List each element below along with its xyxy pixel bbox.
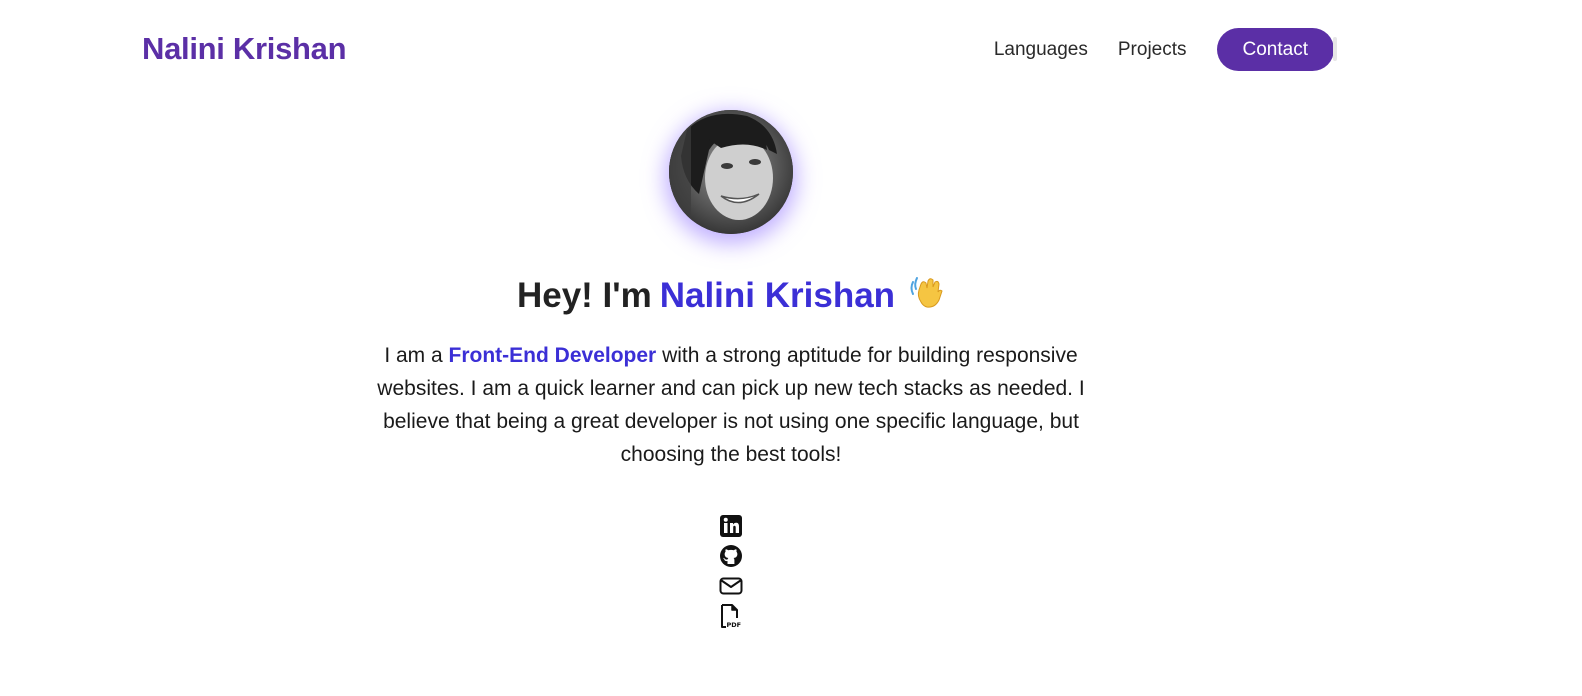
site-header: Nalini Krishan Languages Projects Contac… xyxy=(0,0,1582,100)
hero-bio: I am a Front-End Developer with a strong… xyxy=(366,339,1096,471)
theme-toggle[interactable] xyxy=(1333,37,1337,61)
avatar xyxy=(669,110,793,234)
linkedin-icon[interactable] xyxy=(718,513,744,539)
waving-hand-icon xyxy=(907,272,945,319)
pdf-file-icon[interactable]: PDF xyxy=(718,603,744,629)
contact-button[interactable]: Contact xyxy=(1216,28,1334,71)
bio-role: Front-End Developer xyxy=(448,344,657,367)
greeting-prefix: Hey! I'm xyxy=(516,275,652,315)
brand-logo[interactable]: Nalini Krishan xyxy=(142,31,347,67)
mail-icon[interactable] xyxy=(718,573,744,599)
main-nav: Languages Projects Contact xyxy=(994,28,1334,71)
github-icon[interactable] xyxy=(718,543,744,569)
greeting-name: Nalini Krishan xyxy=(659,275,896,315)
bio-intro: I am a xyxy=(384,344,443,367)
hero-section: Hey! I'm Nalini Krishan I am a Front-End… xyxy=(0,110,1462,633)
social-links: PDF xyxy=(718,513,744,633)
nav-projects[interactable]: Projects xyxy=(1118,39,1187,61)
nav-languages[interactable]: Languages xyxy=(994,39,1088,61)
hero-greeting: Hey! I'm Nalini Krishan xyxy=(517,272,945,319)
svg-text:PDF: PDF xyxy=(727,621,742,629)
